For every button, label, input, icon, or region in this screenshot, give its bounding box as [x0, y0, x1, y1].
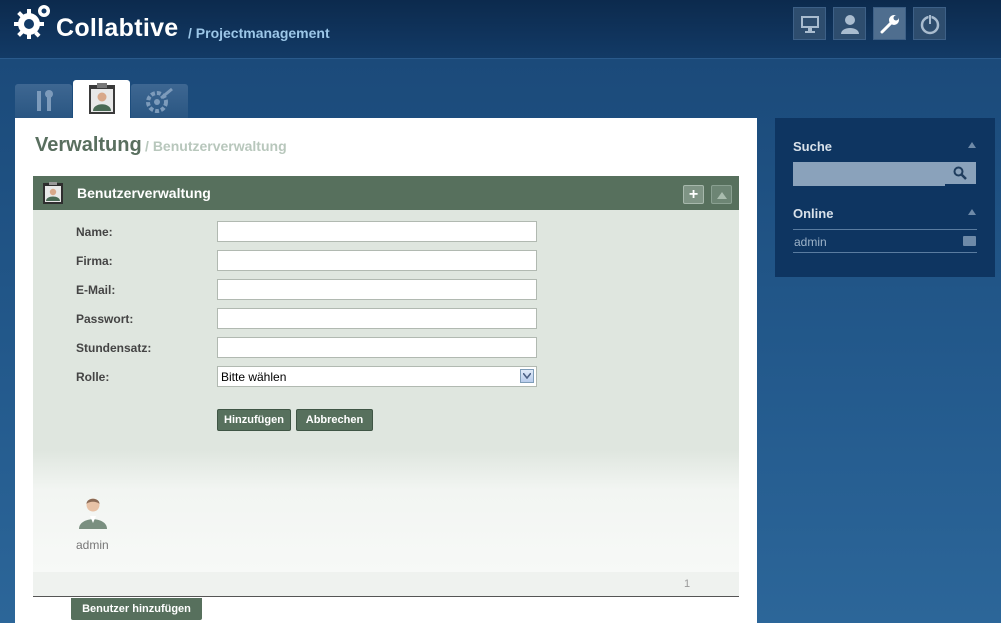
form-row-role: Rolle: Bitte wählen	[33, 366, 739, 388]
user-card-icon	[88, 83, 115, 114]
sidebar: Suche Online admin	[775, 118, 995, 277]
add-user-form: Name: Firma: E-Mail: Passwort: Stundensa…	[33, 210, 739, 450]
app-header: Collabtive / Projectmanagement	[0, 0, 1001, 59]
add-user-button[interactable]: Benutzer hinzufügen	[71, 598, 202, 620]
online-user[interactable]: admin	[794, 235, 827, 249]
email-field[interactable]	[217, 279, 537, 300]
wrench-icon	[880, 14, 899, 33]
form-row-rate: Stundensatz:	[33, 337, 739, 359]
search-title: Suche	[793, 139, 833, 154]
form-actions: Hinzufügen Abbrechen	[33, 409, 739, 431]
chat-bubble-icon[interactable]	[963, 236, 976, 246]
tools-icon	[36, 90, 53, 111]
page-title: Verwaltung / Benutzerverwaltung	[35, 134, 287, 157]
user-card-icon	[43, 182, 63, 204]
triangle-up-icon	[716, 191, 727, 199]
submit-button[interactable]: Hinzufügen	[217, 409, 291, 431]
hourly-rate-field[interactable]	[217, 337, 537, 358]
top-toolbar	[793, 7, 946, 40]
cancel-button[interactable]: Abbrechen	[296, 409, 373, 431]
user-card[interactable]	[73, 496, 113, 533]
search-icon	[953, 166, 967, 180]
profile-button[interactable]	[833, 7, 866, 40]
online-title: Online	[793, 206, 834, 221]
page-title-sub: / Benutzerverwaltung	[145, 138, 287, 154]
form-row-company: Firma:	[33, 250, 739, 272]
divider	[793, 229, 977, 230]
power-icon	[920, 13, 939, 34]
tab-users[interactable]	[73, 80, 130, 118]
tab-settings[interactable]	[131, 84, 188, 118]
plus-icon: +	[688, 185, 699, 203]
user-list: admin	[33, 450, 739, 572]
user-icon	[840, 14, 859, 34]
user-avatar-icon	[79, 498, 107, 529]
divider	[793, 252, 977, 253]
collapse-block-button[interactable]	[711, 185, 732, 204]
form-row-email: E-Mail:	[33, 279, 739, 301]
page-title-main: Verwaltung	[35, 134, 142, 156]
role-label: Rolle:	[76, 370, 110, 384]
app-name: Collabtive	[56, 14, 179, 42]
chevron-down-icon[interactable]	[520, 369, 534, 383]
admin-button[interactable]	[873, 7, 906, 40]
page-number[interactable]: 1	[684, 578, 690, 590]
desktop-button[interactable]	[793, 7, 826, 40]
tab-tools[interactable]	[15, 84, 72, 118]
company-label: Firma:	[76, 254, 113, 268]
pagination: 1	[33, 572, 739, 597]
name-field[interactable]	[217, 221, 537, 242]
role-select[interactable]: Bitte wählen	[217, 366, 537, 387]
user-name[interactable]: admin	[76, 538, 109, 552]
form-row-name: Name:	[33, 221, 739, 243]
add-block-button[interactable]: +	[683, 185, 704, 204]
logout-button[interactable]	[913, 7, 946, 40]
role-selected-value: Bitte wählen	[221, 369, 287, 384]
company-field[interactable]	[217, 250, 537, 271]
desktop-icon	[800, 15, 819, 33]
main-content: Verwaltung / Benutzerverwaltung Benutzer…	[15, 118, 757, 623]
collapse-online-icon[interactable]	[968, 209, 976, 215]
form-row-password: Passwort:	[33, 308, 739, 330]
rate-label: Stundensatz:	[76, 341, 152, 355]
name-label: Name:	[76, 225, 113, 239]
user-admin-block-header: Benutzerverwaltung +	[33, 176, 739, 210]
app-subtitle: / Projectmanagement	[188, 25, 330, 41]
password-label: Passwort:	[76, 312, 134, 326]
collapse-search-icon[interactable]	[968, 142, 976, 148]
password-field[interactable]	[217, 308, 537, 329]
settings-gear-icon	[145, 87, 173, 113]
email-label: E-Mail:	[76, 283, 116, 297]
search-button[interactable]	[943, 162, 976, 184]
block-title: Benutzerverwaltung	[77, 185, 211, 201]
search-input[interactable]	[793, 162, 945, 186]
logo-gear-icon	[14, 5, 50, 39]
